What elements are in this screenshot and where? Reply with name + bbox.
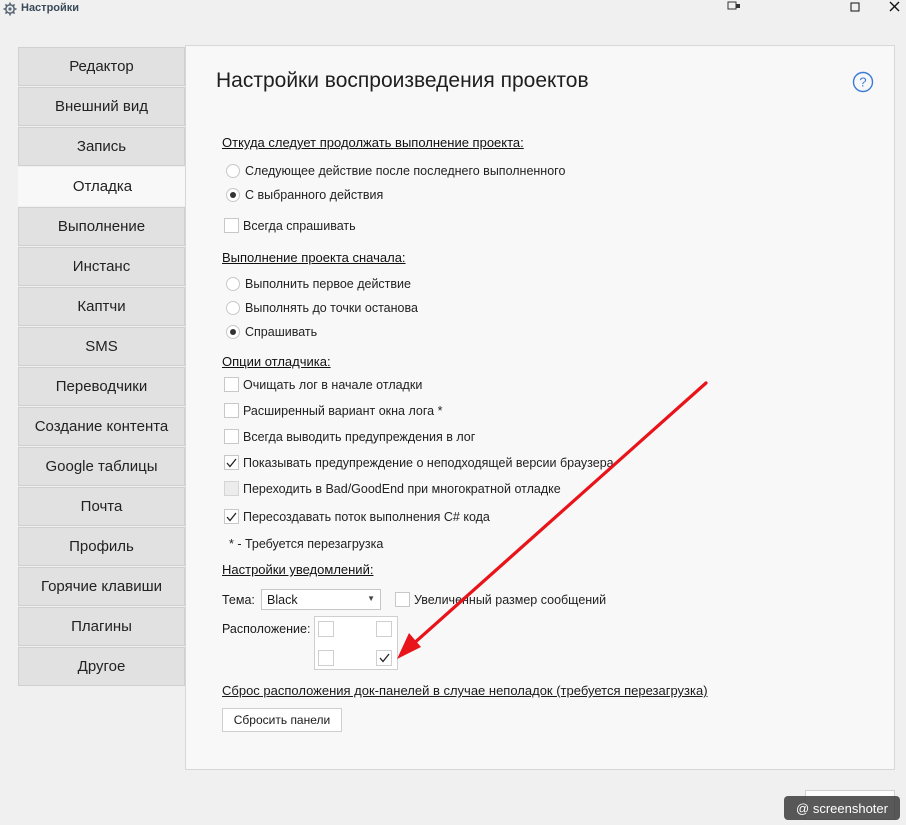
annotation-arrow	[397, 381, 708, 659]
